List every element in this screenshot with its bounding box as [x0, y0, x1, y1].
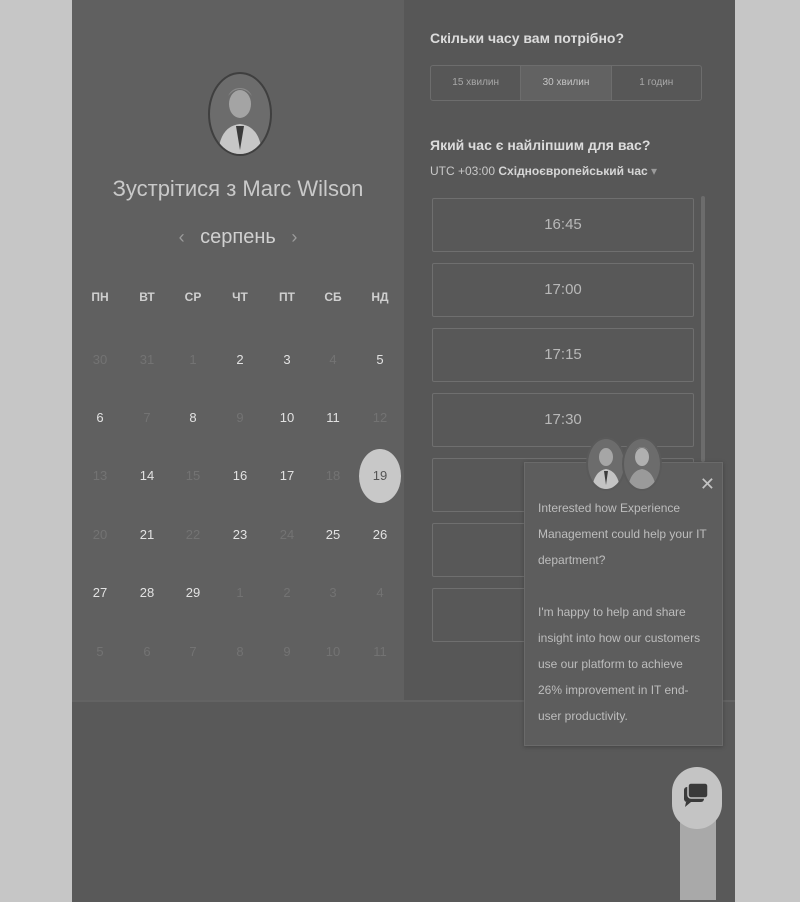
popup-message: Interested how Experience Management cou… — [538, 495, 710, 729]
calendar-day[interactable]: 5 — [360, 340, 400, 380]
calendar-day[interactable]: 8 — [173, 398, 213, 438]
calendar-day[interactable]: 23 — [220, 515, 260, 555]
duration-question: Скільки часу вам потрібно? — [430, 30, 625, 46]
calendar-day[interactable]: 25 — [313, 515, 353, 555]
calendar-day: 12 — [372, 410, 388, 425]
calendar-day: 22 — [185, 527, 201, 542]
calendar-panel: Зустрітися з Marc Wilson ‹ серпень › ПН В… — [72, 0, 404, 700]
calendar-day: 13 — [92, 468, 108, 483]
calendar-day: 9 — [236, 410, 244, 425]
host-avatar — [208, 72, 272, 156]
calendar-day: 20 — [92, 527, 108, 542]
calendar-day[interactable]: 10 — [267, 398, 307, 438]
calendar-day[interactable]: 6 — [80, 398, 120, 438]
calendar-day: 10 — [325, 644, 341, 659]
calendar-day: 18 — [325, 468, 341, 483]
timezone-name: Східноєвропейський час — [498, 164, 648, 178]
calendar-day: 31 — [139, 352, 155, 367]
calendar-day[interactable]: 28 — [127, 573, 167, 613]
calendar-day[interactable]: 21 — [127, 515, 167, 555]
calendar-day[interactable]: 26 — [360, 515, 400, 555]
next-month-icon[interactable]: › — [281, 227, 307, 247]
weekday-label: СР — [184, 290, 202, 304]
calendar-day: 7 — [189, 644, 197, 659]
time-question: Який час є найліпшим для вас? — [430, 137, 651, 153]
calendar-day: 15 — [185, 468, 201, 483]
weekday-label: СБ — [324, 290, 342, 304]
slot-list-scrollbar[interactable] — [701, 196, 705, 462]
calendar-day: 6 — [143, 644, 151, 659]
selected-day[interactable]: 19 — [359, 449, 401, 503]
popup-message-intro: Interested how Experience Management cou… — [538, 501, 707, 567]
weekday-label: ЧТ — [232, 290, 248, 304]
calendar-day[interactable]: 16 — [220, 456, 260, 496]
time-slot-button[interactable]: 17:15 — [432, 328, 694, 382]
calendar-day: 8 — [236, 644, 244, 659]
duration-option-15[interactable]: 15 хвилин — [431, 66, 522, 100]
meeting-title: Зустрітися з Marc Wilson — [112, 176, 364, 201]
calendar-day: 11 — [373, 644, 387, 659]
weekday-label: ВТ — [139, 290, 155, 304]
person-avatar-icon — [218, 88, 262, 154]
calendar-day: 9 — [283, 644, 291, 659]
calendar-day: 2 — [283, 585, 291, 600]
calendar-day[interactable]: 29 — [173, 573, 213, 613]
calendar-day: 30 — [92, 352, 108, 367]
chat-invite-popup: ✕ Interested how Experience Management c… — [524, 462, 723, 746]
calendar-day: 1 — [189, 352, 197, 367]
weekday-label: ПТ — [279, 290, 295, 304]
popup-message-body: I'm happy to help and share insight into… — [538, 605, 701, 723]
calendar-day: 4 — [329, 352, 337, 367]
calendar-day: 4 — [376, 585, 384, 600]
prev-month-icon[interactable]: ‹ — [169, 227, 195, 247]
timezone-offset: UTC +03:00 — [430, 164, 496, 178]
popup-agent-avatars — [586, 437, 662, 491]
calendar-day[interactable]: 14 — [127, 456, 167, 496]
weekday-label: ПН — [91, 290, 109, 304]
duration-option-30[interactable]: 30 хвилин — [521, 66, 612, 100]
calendar-day: 7 — [143, 410, 151, 425]
time-slot-button[interactable]: 16:45 — [432, 198, 694, 252]
month-label: серпень — [200, 226, 276, 248]
calendar-day[interactable]: 2 — [220, 340, 260, 380]
calendar-day[interactable]: 3 — [267, 340, 307, 380]
chat-launcher-button[interactable] — [672, 767, 722, 829]
calendar-day: 5 — [96, 644, 104, 659]
duration-selector: 15 хвилин 30 хвилин 1 годин — [430, 65, 702, 101]
calendar-day: 24 — [279, 527, 295, 542]
duration-option-60[interactable]: 1 годин — [612, 66, 701, 100]
weekday-label: НД — [371, 290, 389, 304]
chat-bubbles-icon — [684, 782, 709, 807]
month-navigation: ‹ серпень › — [72, 226, 404, 249]
person-avatar-icon — [592, 448, 620, 489]
calendar-day: 3 — [329, 585, 337, 600]
calendar-day[interactable]: 11 — [313, 398, 353, 438]
agent-avatar-2 — [622, 437, 662, 491]
calendar-day[interactable]: 27 — [80, 573, 120, 613]
person-avatar-icon — [628, 447, 656, 489]
close-icon[interactable]: ✕ — [700, 475, 715, 493]
chevron-down-icon: ▾ — [651, 164, 658, 178]
agent-avatar-1 — [586, 437, 626, 491]
calendar-day[interactable]: 17 — [267, 456, 307, 496]
time-slot-button[interactable]: 17:00 — [432, 263, 694, 317]
timezone-selector[interactable]: UTC +03:00 Східноєвропейський час ▾ — [430, 164, 657, 178]
calendar-day: 1 — [236, 585, 244, 600]
